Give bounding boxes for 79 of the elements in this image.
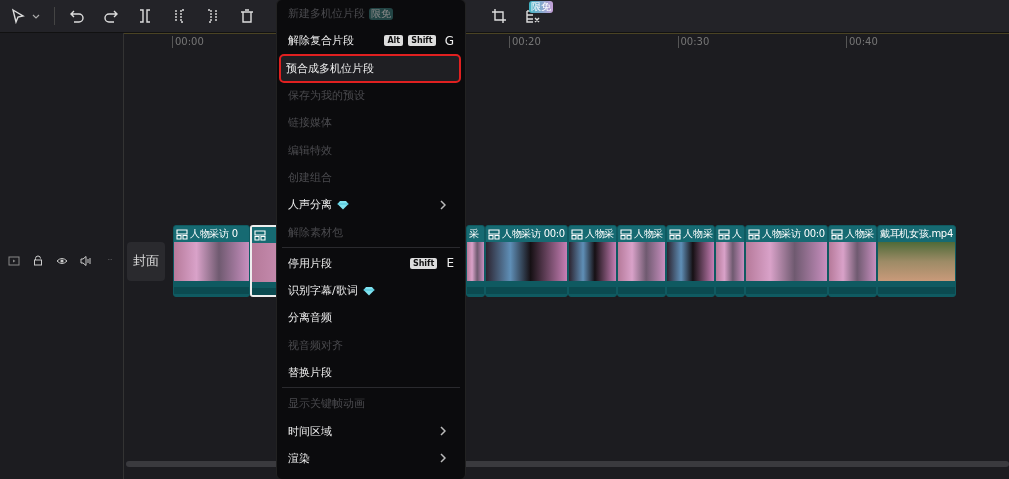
- menu-item[interactable]: 渲染: [282, 444, 460, 473]
- ruler-time-label: 00:30: [677, 36, 710, 48]
- compound-clip-icon: [830, 228, 843, 240]
- undo-icon[interactable]: [69, 8, 85, 24]
- ruler-time-label: 00:00: [172, 36, 204, 48]
- menu-item[interactable]: 预合成多机位片段: [280, 54, 460, 82]
- compound-clip-icon: [488, 228, 500, 240]
- video-clip[interactable]: 人物采: [567, 225, 618, 297]
- compound-clip-icon: [254, 229, 266, 241]
- video-clip[interactable]: 采: [466, 225, 485, 297]
- diamond-icon: [337, 199, 349, 210]
- video-clip[interactable]: 人物采: [666, 225, 716, 297]
- menu-item[interactable]: 时间区域: [282, 417, 460, 445]
- menu-item-label: 替换片段: [288, 365, 332, 380]
- menu-item-label: 识别字幕/歌词: [288, 283, 358, 299]
- compound-clip-icon: [176, 228, 188, 240]
- video-clip[interactable]: 人: [715, 225, 745, 297]
- clip-title: 戴耳机女孩.mp4: [880, 227, 953, 241]
- ruler-time-label: 00:20: [509, 36, 541, 48]
- menu-item[interactable]: 识别字幕/歌词: [282, 276, 460, 305]
- shortcut-key: Alt: [384, 35, 404, 47]
- speaker-icon[interactable]: [80, 255, 92, 267]
- clip-title: 人物采: [683, 227, 713, 241]
- clip-title: 人物采: [634, 227, 664, 241]
- shortcut-letter: E: [446, 256, 454, 271]
- split-icon[interactable]: [137, 8, 153, 24]
- chevron-right-icon: [440, 199, 446, 210]
- caret-icon[interactable]: [32, 12, 40, 20]
- eye-icon[interactable]: [56, 255, 68, 267]
- clip-title: 人物采访 0: [190, 227, 238, 241]
- menu-item-label: 视音频对齐: [288, 337, 343, 353]
- clip-title: 人物采: [844, 227, 874, 241]
- redo-icon[interactable]: [103, 8, 119, 24]
- video-clip[interactable]: 人物采: [827, 225, 877, 297]
- compound-clip-icon: [669, 228, 682, 240]
- menu-item-label: 人声分离: [288, 197, 332, 213]
- ruler-time-label: 00:40: [846, 36, 878, 48]
- clip-title: 人物采访 00:0: [761, 227, 825, 241]
- video-clip[interactable]: 人物采访 00:0: [744, 225, 828, 297]
- compound-clip-icon: [747, 228, 760, 240]
- video-track-icon[interactable]: [8, 255, 20, 267]
- menu-item[interactable]: 停用片段 Shift E: [282, 249, 460, 277]
- video-clip[interactable]: 人物采访 00:0: [485, 225, 568, 297]
- menu-item[interactable]: 分离音频: [282, 304, 460, 332]
- clip-title: 采: [469, 227, 479, 241]
- compound-clip-icon: [570, 228, 583, 240]
- compound-clip-icon: [620, 228, 633, 240]
- shortcut-key: Shift: [408, 35, 436, 47]
- menu-item-label: 解除素材包: [288, 224, 343, 240]
- menu-item-label: 解除复合片段: [288, 33, 354, 49]
- video-clip[interactable]: 人物采访 0: [173, 225, 250, 297]
- video-clip[interactable]: 人物采: [617, 225, 667, 297]
- free-badge: 限免: [529, 1, 553, 13]
- menu-item-label: 预合成多机位片段: [286, 60, 374, 76]
- menu-item-label: 时间区域: [288, 423, 332, 439]
- menu-item-label: 保存为我的预设: [288, 88, 365, 104]
- menu-item-label: 停用片段: [288, 255, 332, 271]
- chevron-right-icon: [440, 426, 446, 437]
- free-badge: 限免: [369, 7, 393, 20]
- video-clip[interactable]: 戴耳机女孩.mp4: [877, 225, 956, 297]
- compound-clip-icon: [718, 228, 731, 240]
- cover-button[interactable]: 封面: [127, 241, 165, 281]
- select-cursor-icon[interactable]: [10, 8, 26, 24]
- clip-title: 人物采访 00:0: [502, 227, 565, 241]
- crop-icon[interactable]: [491, 8, 507, 24]
- menu-item[interactable]: 解除复合片段 Alt Shift G: [282, 27, 460, 55]
- clip-title: 人: [732, 227, 742, 241]
- menu-item-label: 链接媒体: [288, 115, 332, 131]
- clip-title: 人物采: [584, 227, 615, 241]
- lock-icon[interactable]: [32, 255, 44, 267]
- menu-item[interactable]: 人声分离: [282, 191, 460, 219]
- diamond-icon: [362, 285, 375, 296]
- menu-item[interactable]: 替换片段: [282, 358, 460, 387]
- shortcut-key: Shift: [409, 257, 438, 269]
- chevron-right-icon: [440, 453, 446, 464]
- menu-item-label: 渲染: [288, 450, 310, 466]
- shortcut-letter: G: [444, 33, 454, 48]
- delete-icon[interactable]: [239, 8, 255, 24]
- menu-item-label: 分离音频: [288, 310, 332, 326]
